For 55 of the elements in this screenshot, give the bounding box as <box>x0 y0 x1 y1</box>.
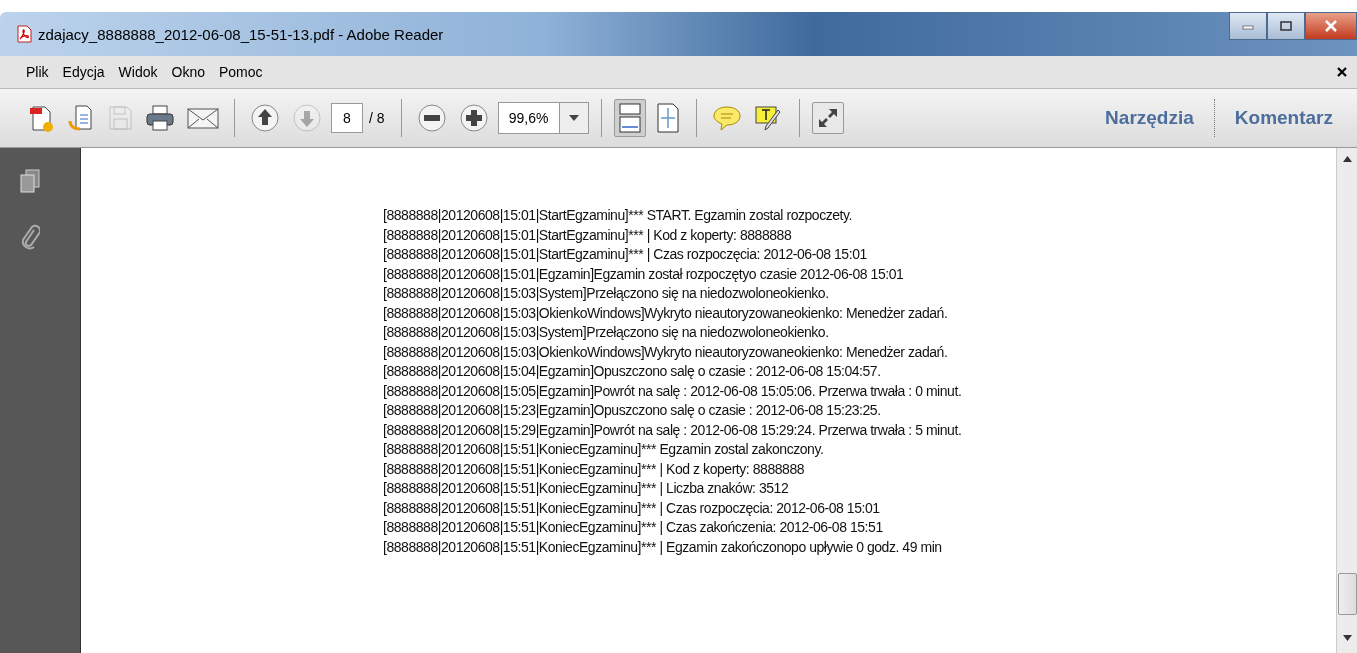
scroll-thumb[interactable] <box>1337 573 1357 615</box>
maximize-button[interactable] <box>1267 12 1305 40</box>
scroll-up-icon[interactable] <box>1342 156 1352 162</box>
paperclip-icon[interactable] <box>20 222 40 252</box>
log-line: [8888888|20120608|15:29|Egzamin]Powrót na salę : 2012-06-08 15:29:24. Przerwa trwała : 5 minut. <box>383 420 963 440</box>
log-line: [8888888|20120608|15:03|System]Przełączono się na niedozwoloneokienko. <box>383 323 830 342</box>
pages-icon[interactable] <box>19 168 41 194</box>
log-line: [8888888|20120608|15:51|KoniecEgzaminu]*** | Czas rozpoczęcia: 2012-06-08 15:01 <box>383 498 881 518</box>
document-arrow-icon <box>67 103 95 133</box>
pane-link[interactable]: Komentarz <box>1228 107 1339 129</box>
log-line: [8888888|20120608|15:01|Egzamin]Egzamin został rozpoczętyo czasie 2012-06-08 15:01 <box>383 264 905 284</box>
caret-icon <box>568 115 579 121</box>
log-line: [8888888|20120608|15:03|System]Przełączono się na niedozwoloneokienko. <box>383 284 830 303</box>
menu-item[interactable]: Edycja <box>62 64 105 80</box>
page-width-icon <box>616 102 643 134</box>
close-button[interactable] <box>1305 12 1357 40</box>
menu-item[interactable]: Okno <box>171 64 205 80</box>
log-line: [8888888|20120608|15:23|Egzamin]Opuszczono salę o czasie : 2012-06-08 15:23:25. <box>383 401 882 420</box>
scroll-down-icon[interactable] <box>1342 635 1352 641</box>
log-line: [8888888|20120608|15:03|OkienkoWindows]Wykryto nieautoryzowaneokienko: Menedżer zadań. <box>383 342 949 362</box>
log-line: [8888888|20120608|15:05|Egzamin]Powrót na salę : 2012-06-08 15:05:06. Przerwa trwała : 0 minut. <box>383 381 963 401</box>
full-screen-button[interactable] <box>811 102 844 134</box>
minus-icon <box>416 103 447 133</box>
log-line: [8888888|20120608|15:01|StartEgzaminu]*** START. Egzamin zostal rozpoczety. <box>383 206 853 225</box>
maximize-icon <box>1280 21 1292 31</box>
minimize-icon <box>1242 22 1254 30</box>
menu-item[interactable]: Plik <box>26 64 49 80</box>
window-title: zdajacy_8888888_2012-06-08_15-51-13.pdf - Adobe Reader <box>38 25 444 43</box>
log-line: [8888888|20120608|15:51|KoniecEgzaminu]*** | Kod z koperty: 8888888 <box>383 459 806 479</box>
log-line: [8888888|20120608|15:01|StartEgzaminu]*** | Czas rozpoczęcia: 2012-06-08 15:01 <box>383 245 868 264</box>
page-arrows-icon <box>654 102 681 134</box>
log-line: [8888888|20120608|15:51|KoniecEgzaminu]*** | Egzamin zakończonopo upływie 0 godz. 49 min <box>383 537 943 557</box>
log-line: [8888888|20120608|15:51|KoniecEgzaminu]*** | Czas zakończenia: 2012-06-08 15:51 <box>383 518 884 537</box>
fit-width-button[interactable] <box>613 99 646 137</box>
log-line: [8888888|20120608|15:03|OkienkoWindows]Wykryto nieautoryzowaneokienko: Menedżer zadań. <box>383 303 949 323</box>
menu-item[interactable]: Pomoc <box>218 64 263 80</box>
minimize-button[interactable] <box>1229 12 1267 40</box>
log-line: [8888888|20120608|15:01|StartEgzaminu]*** | Kod z koperty: 8888888 <box>383 225 793 245</box>
printer-icon <box>145 104 175 132</box>
document-star-icon <box>27 103 55 133</box>
close-icon <box>1324 20 1338 32</box>
scrollbar[interactable] <box>1336 148 1357 653</box>
log-line: [8888888|20120608|15:04|Egzamin]Opuszczono salę o czasie : 2012-06-08 15:04:57. <box>383 362 882 381</box>
speech-bubble-icon <box>711 104 742 132</box>
plus-icon <box>458 103 489 133</box>
zoom-dropdown[interactable]: 99,6% <box>497 102 589 134</box>
envelope-icon <box>187 106 219 130</box>
log-line: [8888888|20120608|15:51|KoniecEgzaminu]*** | Liczba znaków: 3512 <box>383 479 790 498</box>
pdf-file-icon <box>16 25 32 43</box>
pane-link[interactable]: Narzędzia <box>1099 107 1200 129</box>
menu-item[interactable]: Widok <box>118 64 158 80</box>
page-number-field[interactable]: 8 <box>331 103 363 133</box>
log-line: [8888888|20120608|15:51|KoniecEgzaminu]*** Egzamin zostal zakonczony. <box>383 440 825 459</box>
close-icon[interactable] <box>1337 67 1347 77</box>
page-count: / 8 <box>369 110 385 126</box>
